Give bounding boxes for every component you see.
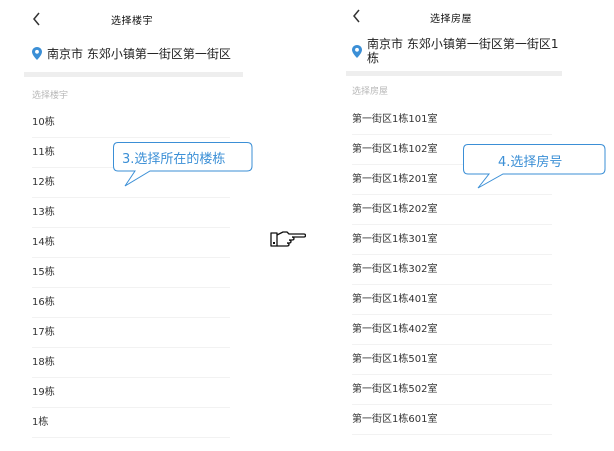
list-item[interactable]: 第一街区1栋301室 — [352, 225, 552, 255]
list-item[interactable]: 14栋 — [32, 228, 230, 258]
location-pin-icon — [352, 45, 362, 58]
building-select-screen: 选择楼宇 南京市 东郊小镇第一街区第一街区 选择楼宇 10栋 11栋 12栋 13栋 1… — [0, 0, 262, 451]
list-item[interactable]: 10栋 — [32, 108, 230, 138]
section-label: 选择楼宇 — [32, 91, 69, 101]
list-item[interactable]: 第一街区1栋101室 — [352, 105, 552, 135]
location-text: 南京市 东郊小镇第一街区第一街区1 栋 — [367, 37, 558, 65]
location-row: 南京市 东郊小镇第一街区第一街区 — [32, 47, 231, 61]
list-item[interactable]: 19栋 — [32, 378, 230, 408]
list-item[interactable]: 16栋 — [32, 288, 230, 318]
back-button[interactable] — [344, 3, 370, 29]
callout-select-building: 3.选择所在的楼栋 — [113, 142, 253, 187]
list-item[interactable]: 第一街区1栋302室 — [352, 255, 552, 285]
page-title: 选择房屋 — [430, 14, 472, 25]
list-item[interactable]: 第一街区1栋502室 — [352, 375, 552, 405]
location-pin-icon — [32, 47, 42, 60]
back-button[interactable] — [24, 6, 50, 32]
callout-text: 4.选择房号 — [498, 155, 563, 170]
list-item[interactable]: 第一街区1栋202室 — [352, 195, 552, 225]
section-label: 选择房屋 — [352, 87, 389, 97]
list-item[interactable]: 第一街区1栋401室 — [352, 285, 552, 315]
chevron-left-icon — [353, 9, 360, 23]
list-item[interactable]: 1栋 — [32, 408, 230, 438]
callout-select-room: 4.选择房号 — [463, 144, 606, 189]
list-item[interactable]: 第一街区1栋601室 — [352, 405, 552, 435]
room-select-screen: 选择房屋 南京市 东郊小镇第一街区第一街区1 栋 选择房屋 第一街区1栋101室… — [332, 0, 614, 451]
location-text: 南京市 东郊小镇第一街区第一街区 — [47, 47, 231, 61]
callout-text: 3.选择所在的楼栋 — [122, 152, 226, 167]
list-item[interactable]: 15栋 — [32, 258, 230, 288]
section-divider — [24, 72, 243, 77]
location-row: 南京市 东郊小镇第一街区第一街区1 栋 — [352, 37, 562, 65]
location-line-1: 南京市 东郊小镇第一街区第一街区1 — [367, 37, 559, 51]
page-title: 选择楼宇 — [111, 16, 153, 27]
list-item[interactable]: 第一街区1栋501室 — [352, 345, 552, 375]
chevron-left-icon — [33, 12, 40, 26]
pointing-hand-icon — [270, 231, 306, 247]
list-item[interactable]: 13栋 — [32, 198, 230, 228]
location-line-2: 栋 — [367, 51, 380, 65]
list-item[interactable]: 18栋 — [32, 348, 230, 378]
list-item[interactable]: 第一街区1栋402室 — [352, 315, 552, 345]
list-item[interactable]: 17栋 — [32, 318, 230, 348]
section-divider — [346, 71, 562, 76]
